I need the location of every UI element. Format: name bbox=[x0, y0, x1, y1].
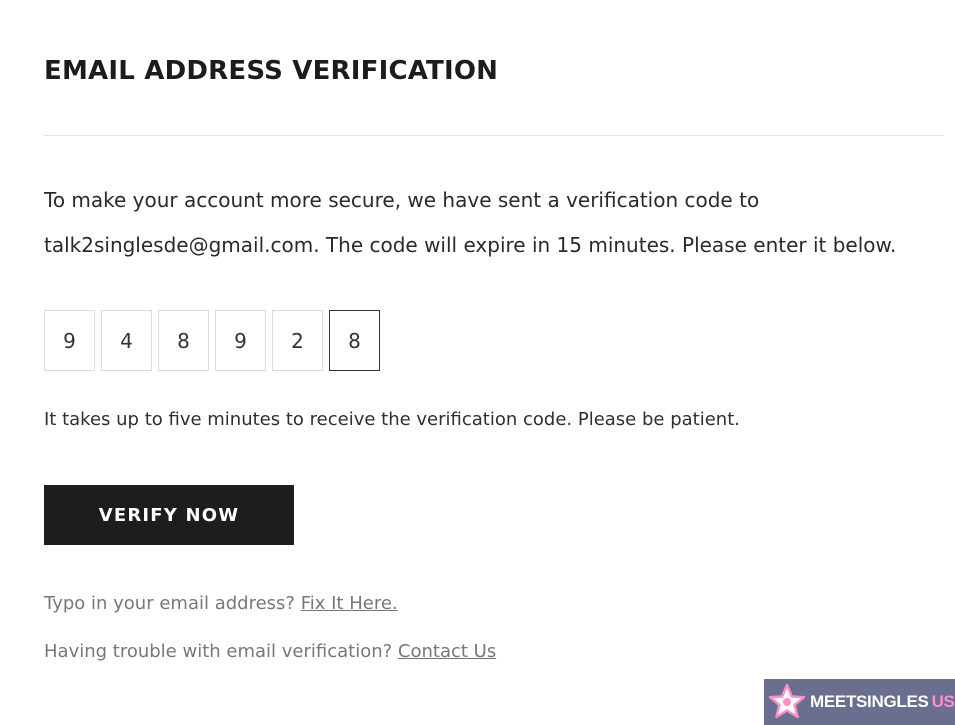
watermark-text: MEETSINGLESUSA bbox=[810, 692, 955, 712]
watermark-brand: MEETSINGLES bbox=[810, 692, 929, 711]
code-digit-2[interactable] bbox=[101, 310, 152, 371]
typo-help-text: Typo in your email address? bbox=[44, 593, 295, 614]
watermark-suffix: USA bbox=[931, 692, 955, 711]
trouble-help: Having trouble with email verification? … bbox=[44, 641, 496, 662]
intro-line-1: To make your account more secure, we hav… bbox=[44, 188, 760, 212]
page-title: EMAIL ADDRESS VERIFICATION bbox=[44, 56, 499, 86]
code-digit-1[interactable] bbox=[44, 310, 95, 371]
fix-it-here-link[interactable]: Fix It Here. bbox=[301, 593, 398, 614]
code-digit-4[interactable] bbox=[215, 310, 266, 371]
verification-code-inputs bbox=[44, 310, 386, 371]
intro-text: To make your account more secure, we hav… bbox=[44, 178, 944, 268]
meetsingles-watermark: MEETSINGLESUSA bbox=[764, 679, 955, 725]
code-digit-6[interactable] bbox=[329, 310, 380, 371]
code-digit-5[interactable] bbox=[272, 310, 323, 371]
typo-help: Typo in your email address? Fix It Here. bbox=[44, 593, 398, 614]
code-digit-3[interactable] bbox=[158, 310, 209, 371]
contact-us-link[interactable]: Contact Us bbox=[398, 641, 496, 662]
verification-page: EMAIL ADDRESS VERIFICATION To make your … bbox=[0, 0, 955, 725]
delivery-hint: It takes up to five minutes to receive t… bbox=[44, 409, 740, 430]
divider bbox=[44, 135, 944, 136]
verify-now-button[interactable]: VERIFY NOW bbox=[44, 485, 294, 545]
intro-line-2: talk2singlesde@gmail.com. The code will … bbox=[44, 233, 897, 257]
star-icon bbox=[768, 683, 806, 719]
trouble-help-text: Having trouble with email verification? bbox=[44, 641, 393, 662]
